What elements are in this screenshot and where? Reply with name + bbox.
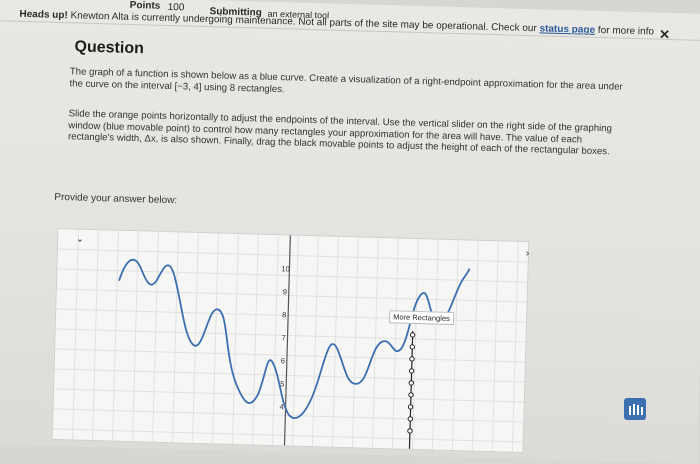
bar-icon-part [641, 407, 643, 415]
y-tick-10: 10 [281, 264, 290, 273]
question-paragraph-1: The graph of a function is shown below a… [69, 66, 623, 95]
y-tick-9: 9 [283, 287, 287, 296]
slider-point [409, 344, 416, 350]
slider-point [407, 416, 413, 422]
points-label: Points [129, 0, 161, 12]
graph-canvas[interactable]: 10 9 8 7 6 5 4 [52, 229, 529, 452]
points-value: 100 [167, 1, 185, 14]
grid [52, 229, 528, 452]
slider-point [407, 404, 414, 410]
slider-point [407, 428, 413, 434]
page: Points 100 Submitting an external tool H… [0, 0, 700, 464]
slider-point [409, 356, 415, 362]
status-page-link[interactable]: status page [539, 23, 595, 36]
banner-heading: Heads up! [19, 8, 68, 22]
chevron-down-icon[interactable]: ⌄ [76, 234, 84, 245]
question-title: Question [74, 38, 145, 58]
question-paragraph-2: Slide the orange points horizontally to … [67, 108, 613, 158]
banner-suffix: for more info [597, 24, 655, 38]
answer-prompt: Provide your answer below: [54, 191, 178, 207]
graph-tool-icon[interactable] [624, 398, 646, 420]
chevron-right-icon[interactable]: › [526, 248, 530, 259]
rectangle-slider-points[interactable] [407, 332, 416, 434]
bar-icon-part [629, 406, 631, 415]
slider-point [408, 392, 414, 398]
y-tick-7: 7 [281, 333, 285, 342]
more-rectangles-label: More Rectangles [388, 310, 455, 326]
y-tick-6: 6 [281, 356, 285, 365]
bar-icon-part [633, 404, 635, 415]
slider-point [409, 332, 416, 338]
function-curve [118, 258, 471, 419]
bar-icon-part [637, 405, 639, 415]
slider-point [408, 380, 415, 386]
y-tick-8: 8 [282, 310, 286, 319]
close-icon[interactable]: ✕ [659, 27, 670, 43]
slider-point [408, 368, 415, 374]
graph-window[interactable]: 10 9 8 7 6 5 4 More Rectangles › ⌄ [51, 227, 530, 454]
